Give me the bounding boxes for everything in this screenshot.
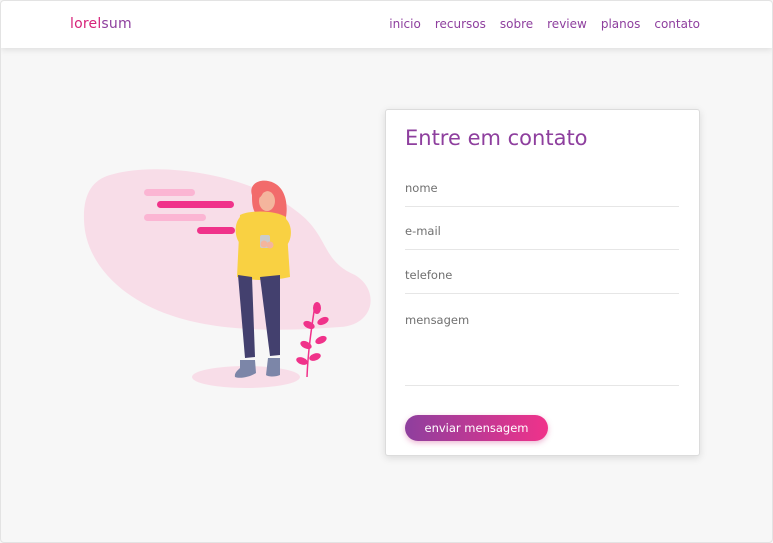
contact-title: Entre em contato: [405, 126, 588, 150]
chat-bubble-2: [157, 201, 234, 208]
chat-bubble-3: [144, 214, 206, 221]
main-nav: inicio recursos sobre review planos cont…: [389, 17, 700, 31]
chat-bubble-1: [144, 189, 195, 196]
message-textarea[interactable]: [405, 313, 679, 386]
contact-form-card: Entre em contato enviar mensagem: [385, 109, 700, 456]
nav-link-review[interactable]: review: [547, 17, 587, 31]
logo-part-2: sum: [101, 16, 132, 32]
email-input[interactable]: [405, 223, 679, 250]
nav-link-contato[interactable]: contato: [654, 17, 700, 31]
background-blob: [83, 169, 371, 330]
name-input[interactable]: [405, 180, 679, 207]
logo-part-1: lorel: [70, 16, 102, 32]
nav-link-inicio[interactable]: inicio: [389, 17, 421, 31]
nav-link-planos[interactable]: planos: [601, 17, 641, 31]
phone-input[interactable]: [405, 267, 679, 294]
nav-link-recursos[interactable]: recursos: [435, 17, 486, 31]
chat-bubble-4: [197, 227, 235, 234]
top-navbar: lorelsum inicio recursos sobre review pl…: [1, 1, 772, 48]
brand-logo[interactable]: lorelsum: [70, 16, 132, 32]
send-message-button[interactable]: enviar mensagem: [405, 415, 548, 441]
nav-link-sobre[interactable]: sobre: [500, 17, 533, 31]
contact-illustration: [83, 169, 371, 388]
